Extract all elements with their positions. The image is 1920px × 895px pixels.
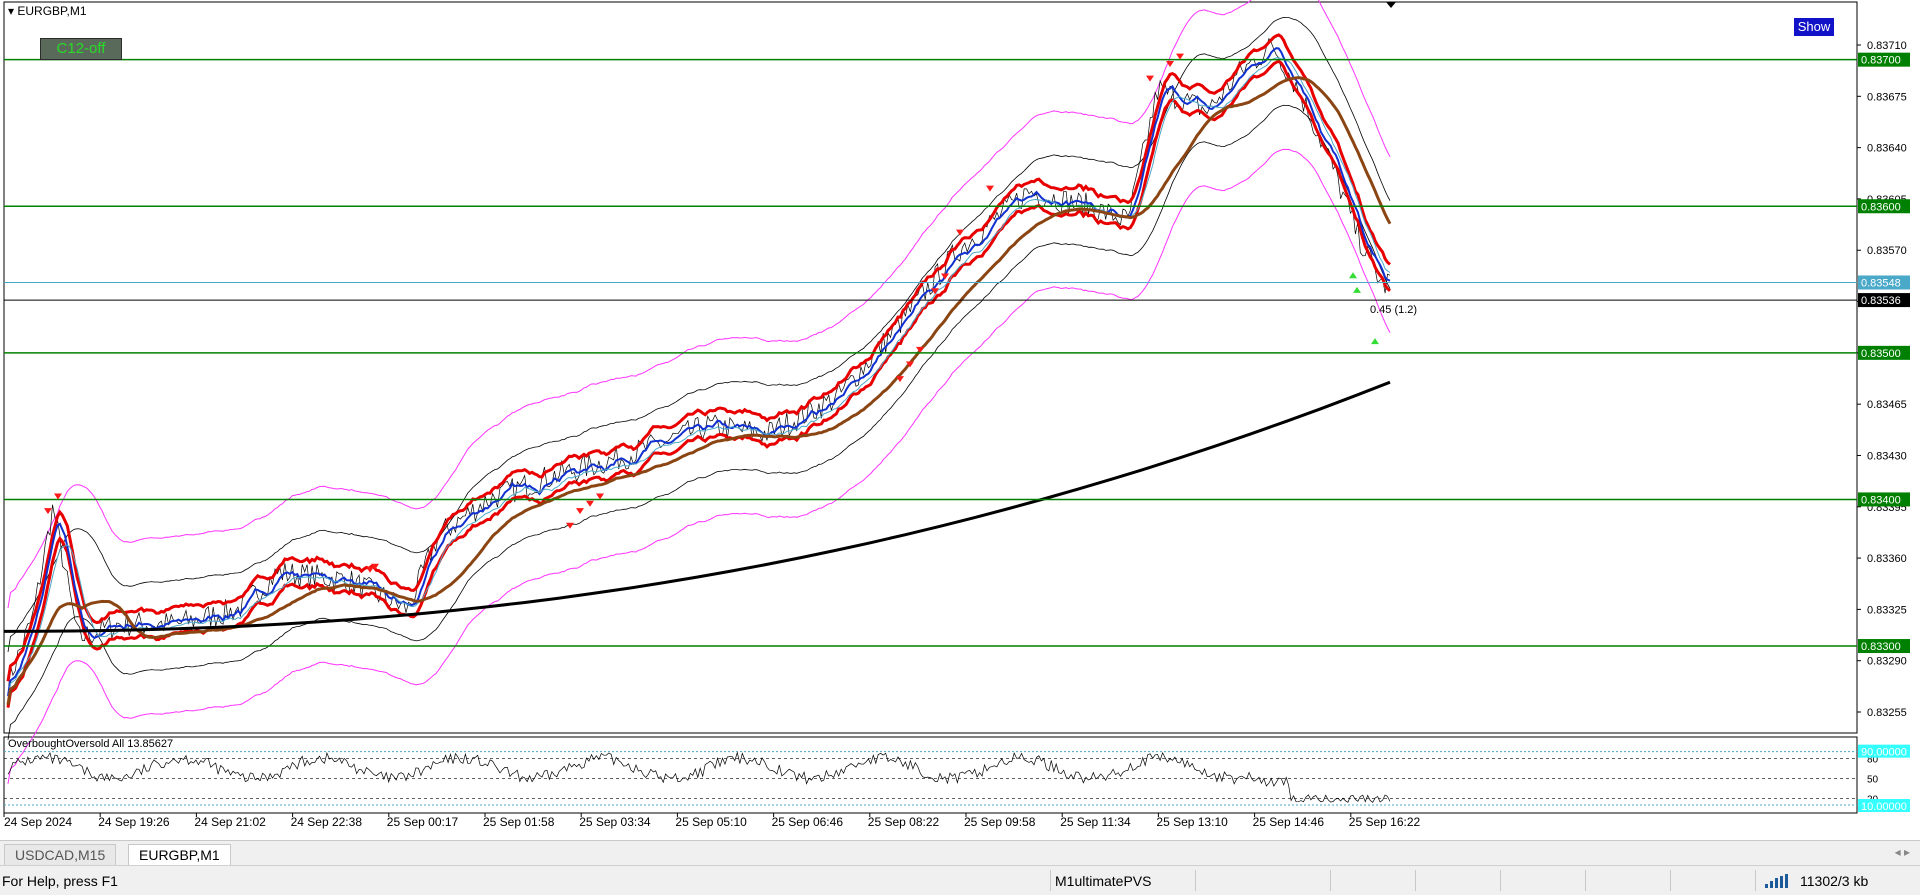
tab-usdcad-m15[interactable]: USDCAD,M15 bbox=[4, 844, 117, 865]
ma-blue-line bbox=[7, 47, 1391, 697]
price-axis-label: 0.83255 bbox=[1867, 707, 1907, 719]
status-help-text: For Help, press F1 bbox=[2, 873, 118, 889]
bid-label: 0.83548 bbox=[1861, 277, 1901, 289]
time-axis-label: 25 Sep 08:22 bbox=[868, 815, 940, 829]
envelope-lower-line bbox=[7, 104, 1391, 740]
chart-tabs-bar: USDCAD,M15 EURGBP,M1 ◂ ▸ bbox=[0, 840, 1920, 865]
sell-signal-arrow-icon bbox=[54, 493, 62, 500]
symbol-title: ▾ EURGBP,M1 bbox=[8, 4, 87, 18]
price-axis-label: 0.83430 bbox=[1867, 450, 1907, 462]
time-axis-label: 25 Sep 00:17 bbox=[387, 815, 459, 829]
price-axis-label: 0.83290 bbox=[1867, 656, 1907, 668]
level-label: 0.83700 bbox=[1861, 55, 1901, 67]
status-profile-name: M1ultimatePVS bbox=[1055, 873, 1152, 889]
sell-signal-arrow-icon bbox=[931, 288, 939, 295]
indicator-plot-frame bbox=[3, 736, 1858, 814]
status-divider bbox=[1755, 870, 1756, 891]
sell-signal-arrow-icon bbox=[941, 273, 949, 280]
chart-window[interactable]: 0.837100.836750.836400.836050.835700.835… bbox=[0, 0, 1920, 840]
indicator-title: OverboughtOversold All 13.85627 bbox=[8, 738, 173, 750]
level-label: 0.83600 bbox=[1861, 201, 1901, 213]
time-axis-label: 25 Sep 05:10 bbox=[675, 815, 747, 829]
sell-signal-arrow-icon bbox=[44, 508, 52, 515]
buy-signal-arrow-icon bbox=[1349, 272, 1357, 279]
indicator-level-label: 50 bbox=[1867, 774, 1879, 785]
buy-signal-arrow-icon bbox=[1353, 286, 1361, 293]
indicator-upper-label: 90.00000 bbox=[1861, 747, 1907, 759]
dropdown-triangle-icon[interactable]: ▾ bbox=[8, 4, 14, 18]
time-axis-label: 24 Sep 2024 bbox=[4, 815, 72, 829]
status-divider bbox=[1330, 870, 1331, 891]
oscillator-line bbox=[7, 751, 1391, 803]
price-axis-label: 0.83360 bbox=[1867, 553, 1907, 565]
status-divider bbox=[1050, 870, 1051, 891]
sell-signal-arrow-icon bbox=[576, 508, 584, 515]
status-divider bbox=[1195, 870, 1196, 891]
time-axis-label: 25 Sep 01:58 bbox=[483, 815, 555, 829]
sell-signal-arrow-icon bbox=[1176, 53, 1184, 60]
status-traffic: 11302/3 kb bbox=[1800, 873, 1869, 889]
buy-signal-arrow-icon bbox=[1371, 338, 1379, 345]
price-axis-label: 0.83325 bbox=[1867, 604, 1907, 616]
time-axis-label: 25 Sep 06:46 bbox=[772, 815, 844, 829]
price-chart[interactable]: 0.837100.836750.836400.836050.835700.835… bbox=[0, 0, 1920, 840]
time-axis-label: 24 Sep 22:38 bbox=[291, 815, 363, 829]
status-bar: For Help, press F1 M1ultimatePVS 11302/3… bbox=[0, 865, 1920, 895]
sell-signal-arrow-icon bbox=[1146, 75, 1154, 82]
connection-bars-icon bbox=[1765, 874, 1788, 888]
bollinger-upper-line bbox=[7, 0, 1391, 608]
ma-red-upper-line bbox=[6, 33, 1391, 682]
time-axis-label: 25 Sep 13:10 bbox=[1156, 815, 1228, 829]
time-axis-label: 25 Sep 14:46 bbox=[1253, 815, 1325, 829]
bollinger-lower-line bbox=[7, 148, 1391, 784]
price-axis-label: 0.83675 bbox=[1867, 91, 1907, 103]
time-axis-label: 25 Sep 03:34 bbox=[579, 815, 651, 829]
sell-signal-arrow-icon bbox=[596, 493, 604, 500]
symbol-title-text: EURGBP,M1 bbox=[17, 4, 87, 18]
indicator-lower-label: 10.00000 bbox=[1861, 801, 1907, 813]
price-line bbox=[7, 37, 1391, 696]
status-divider bbox=[1585, 870, 1586, 891]
time-axis-label: 25 Sep 11:34 bbox=[1060, 815, 1131, 829]
time-axis-label: 24 Sep 19:26 bbox=[98, 815, 170, 829]
level-label: 0.83400 bbox=[1861, 494, 1901, 506]
price-axis-label: 0.83570 bbox=[1867, 245, 1907, 257]
status-divider bbox=[1670, 870, 1671, 891]
sell-signal-arrow-icon bbox=[956, 229, 964, 236]
long-ma-line bbox=[3, 380, 1391, 633]
level-label: 0.83500 bbox=[1861, 348, 1901, 360]
ma-brown-line bbox=[6, 76, 1392, 705]
shift-marker-icon bbox=[1386, 2, 1396, 8]
status-divider bbox=[1500, 870, 1501, 891]
tab-scroll-arrows-icon[interactable]: ◂ ▸ bbox=[1895, 845, 1910, 859]
time-axis-label: 25 Sep 16:22 bbox=[1349, 815, 1421, 829]
status-divider bbox=[1415, 870, 1416, 891]
price-axis-label: 0.83465 bbox=[1867, 399, 1907, 411]
time-axis-label: 25 Sep 09:58 bbox=[964, 815, 1036, 829]
sell-signal-arrow-icon bbox=[586, 500, 594, 507]
chart-annotation: 0.45 (1.2) bbox=[1370, 304, 1417, 316]
current-price-label: 0.83536 bbox=[1861, 295, 1901, 307]
tab-eurgbp-m1[interactable]: EURGBP,M1 bbox=[128, 844, 231, 865]
c12-toggle-button[interactable]: C12-off bbox=[40, 38, 122, 60]
price-axis-label: 0.83710 bbox=[1867, 40, 1907, 52]
sell-signal-arrow-icon bbox=[366, 566, 374, 573]
show-button[interactable]: Show bbox=[1794, 18, 1834, 36]
sell-signal-arrow-icon bbox=[986, 185, 994, 192]
time-axis-label: 24 Sep 21:02 bbox=[194, 815, 266, 829]
price-axis-label: 0.83640 bbox=[1867, 143, 1907, 155]
level-label: 0.83300 bbox=[1861, 641, 1901, 653]
